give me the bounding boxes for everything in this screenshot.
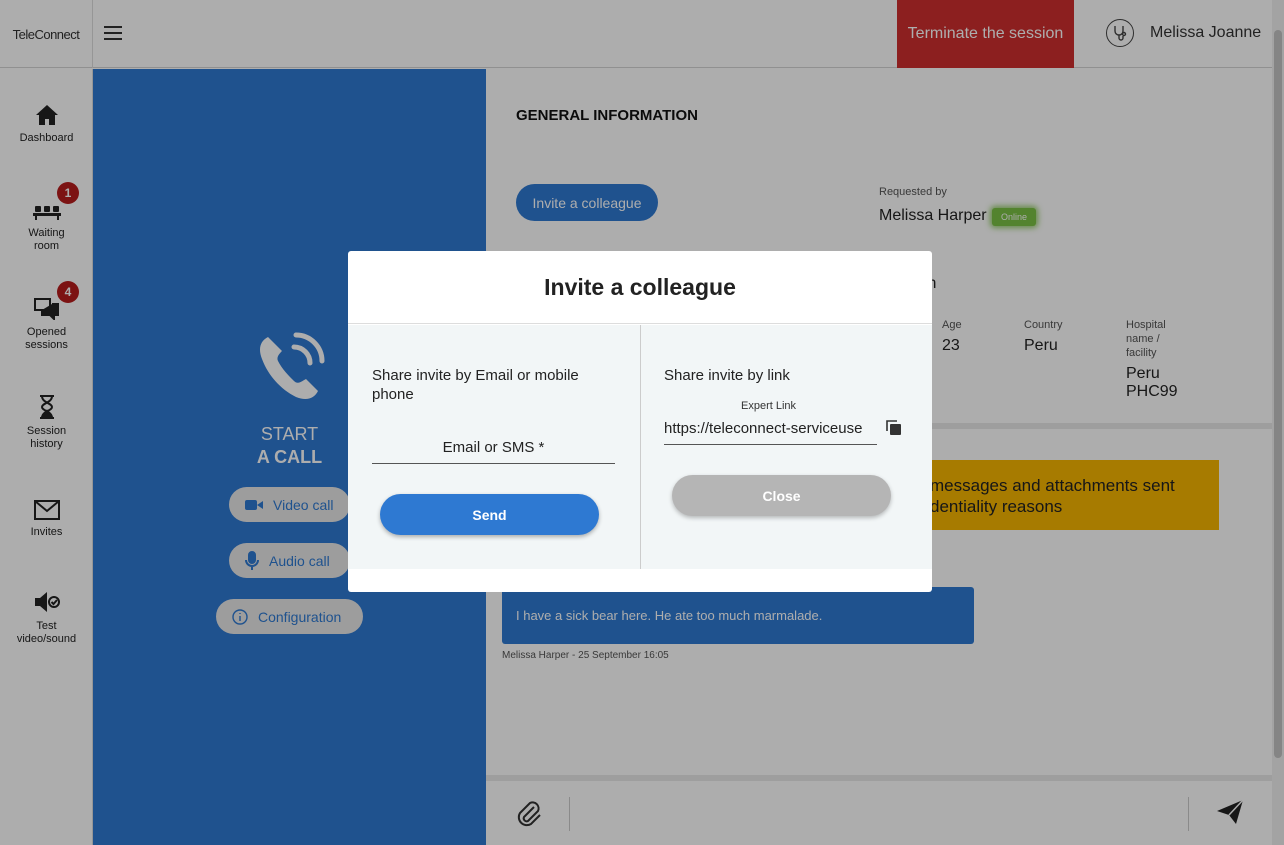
- email-sms-input[interactable]: Email or SMS *: [372, 439, 615, 464]
- dialog-title: Invite a colleague: [348, 251, 932, 324]
- expert-link-field[interactable]: https://teleconnect-serviceuse: [664, 420, 877, 445]
- email-sms-field-label: Email or SMS *: [442, 439, 545, 456]
- email-share-heading: Share invite by Email or mobile phone: [372, 367, 579, 403]
- expert-link-label: Expert Link: [741, 400, 797, 412]
- link-share-heading: Share invite by link: [664, 367, 790, 384]
- invite-colleague-dialog: Invite a colleague Share invite by Email…: [348, 251, 932, 592]
- close-button[interactable]: Close: [672, 475, 891, 516]
- dialog-column-divider: [640, 325, 641, 569]
- copy-icon[interactable]: [886, 420, 902, 441]
- expert-link-value: https://teleconnect-serviceuse: [664, 420, 863, 437]
- dialog-body: Share invite by Email or mobile phone Em…: [348, 325, 932, 569]
- send-button[interactable]: Send: [380, 494, 599, 535]
